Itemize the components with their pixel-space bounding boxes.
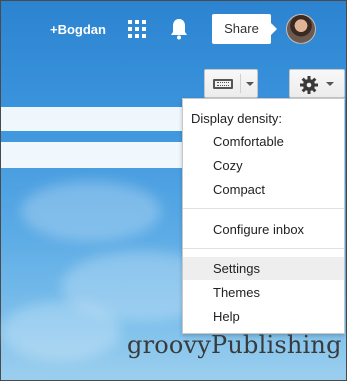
- search-bar-strip[interactable]: [1, 107, 182, 131]
- keyboard-icon: [213, 79, 233, 89]
- settings-button[interactable]: [289, 69, 345, 98]
- divider: [240, 74, 241, 93]
- top-bar: +Bogdan Share: [1, 1, 346, 57]
- settings-dropdown-menu: Display density: Comfortable ✓ Cozy Comp…: [182, 98, 345, 334]
- menu-divider: [183, 248, 344, 249]
- menu-item-comfortable[interactable]: Comfortable: [183, 130, 344, 153]
- menu-item-cozy[interactable]: ✓ Cozy: [183, 154, 344, 177]
- menu-item-label: Settings: [213, 261, 260, 276]
- apps-grid-icon[interactable]: [128, 20, 146, 38]
- watermark: groovyPublishing: [127, 331, 342, 359]
- menu-item-themes[interactable]: Themes: [183, 281, 344, 304]
- density-heading: Display density:: [191, 111, 283, 126]
- chevron-down-icon[interactable]: [246, 82, 254, 86]
- menu-item-help[interactable]: Help: [183, 305, 344, 328]
- input-tools-button[interactable]: [204, 69, 258, 98]
- user-profile-link[interactable]: +Bogdan: [50, 22, 106, 37]
- cloud-decoration: [21, 181, 161, 241]
- menu-item-configure-inbox[interactable]: Configure inbox: [183, 218, 344, 241]
- chevron-down-icon: [326, 82, 334, 86]
- menu-divider: [183, 208, 344, 209]
- menu-item-label: Themes: [213, 285, 260, 300]
- avatar[interactable]: [286, 14, 316, 44]
- content-strip: [1, 142, 182, 168]
- menu-item-label: Configure inbox: [213, 222, 305, 237]
- bell-icon[interactable]: [169, 17, 189, 41]
- menu-item-label: Cozy: [213, 158, 243, 173]
- menu-item-compact[interactable]: Compact: [183, 178, 344, 201]
- share-button[interactable]: Share: [212, 14, 277, 44]
- menu-item-settings[interactable]: Settings: [183, 257, 344, 280]
- menu-item-label: Comfortable: [213, 134, 284, 149]
- gear-icon: [300, 76, 318, 94]
- menu-item-label: Compact: [213, 182, 266, 197]
- cloud-decoration: [1, 301, 121, 361]
- menu-item-label: Help: [213, 309, 240, 324]
